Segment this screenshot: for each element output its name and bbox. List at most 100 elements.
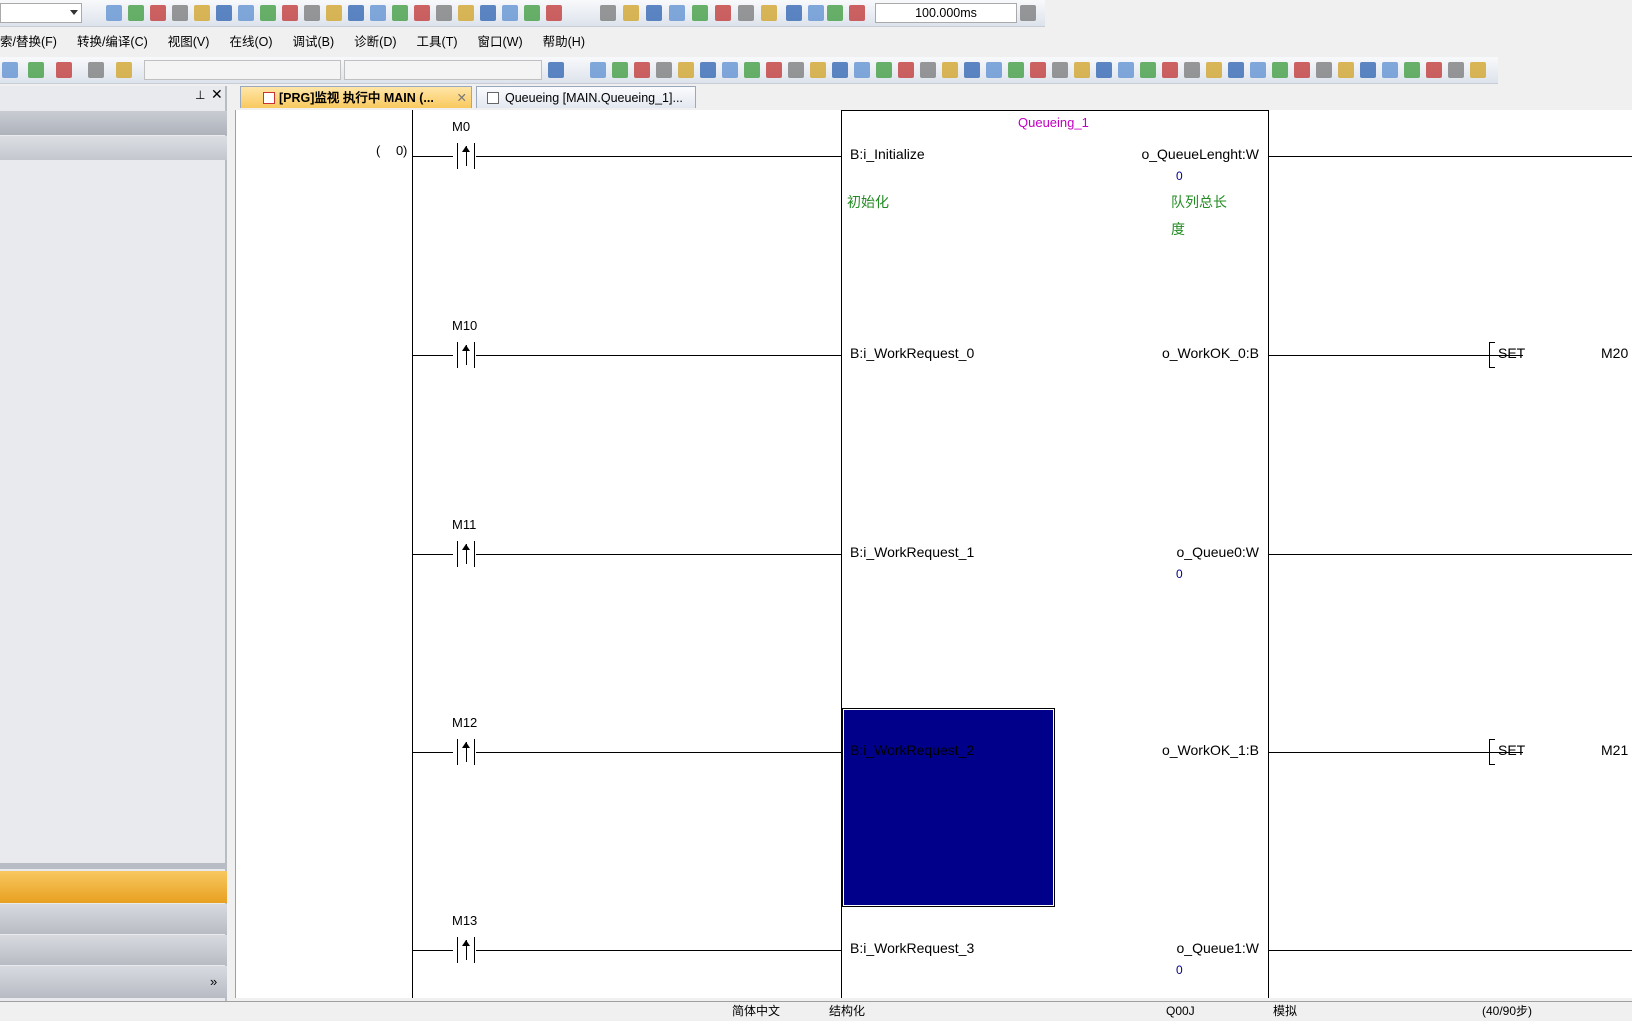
toolbar-button-icon[interactable] bbox=[600, 5, 616, 21]
toolbar-button-icon[interactable] bbox=[1316, 62, 1332, 78]
toolbar-button-icon[interactable] bbox=[1184, 62, 1200, 78]
device-select[interactable] bbox=[344, 60, 542, 80]
toolbar-button-icon[interactable] bbox=[1250, 62, 1266, 78]
toolbar-button-icon[interactable] bbox=[1294, 62, 1310, 78]
toolbar-button-icon[interactable] bbox=[2, 62, 18, 78]
toolbar-button-icon[interactable] bbox=[548, 62, 564, 78]
toolbar-button-icon[interactable] bbox=[88, 62, 104, 78]
toolbar-button-icon[interactable] bbox=[172, 5, 188, 21]
toolbar-button-icon[interactable] bbox=[1030, 62, 1046, 78]
menu-item[interactable]: 在线(O) bbox=[219, 32, 282, 52]
program-select[interactable] bbox=[144, 60, 341, 80]
toolbar-button-icon[interactable] bbox=[634, 62, 650, 78]
toolbar-button-icon[interactable] bbox=[1470, 62, 1486, 78]
toolbar-button-icon[interactable] bbox=[646, 5, 662, 21]
toolbar-button-icon[interactable] bbox=[656, 62, 672, 78]
toolbar-button-icon[interactable] bbox=[304, 5, 320, 21]
toolbar-button-icon[interactable] bbox=[832, 62, 848, 78]
toolbar-button-icon[interactable] bbox=[590, 62, 606, 78]
toolbar-button-icon[interactable] bbox=[715, 5, 731, 21]
toolbar-button-icon[interactable] bbox=[458, 5, 474, 21]
toolbar-button-icon[interactable] bbox=[808, 5, 824, 21]
toolbar-button-icon[interactable] bbox=[786, 5, 802, 21]
menu-item[interactable]: 视图(V) bbox=[158, 32, 220, 52]
toolbar-button-icon[interactable] bbox=[414, 5, 430, 21]
toolbar-button-icon[interactable] bbox=[623, 5, 639, 21]
rising-edge-contact[interactable] bbox=[457, 342, 475, 368]
toolbar-button-icon[interactable] bbox=[502, 5, 518, 21]
toolbar-button-icon[interactable] bbox=[1426, 62, 1442, 78]
toolbar-button-icon[interactable] bbox=[546, 5, 562, 21]
toolbar-button-icon[interactable] bbox=[238, 5, 254, 21]
close-tab-icon[interactable]: ✕ bbox=[457, 87, 467, 109]
toolbar-button-icon[interactable] bbox=[827, 5, 843, 21]
toolbar-button-icon[interactable] bbox=[524, 5, 540, 21]
toolbar-button-icon[interactable] bbox=[1140, 62, 1156, 78]
toolbar-button-icon[interactable] bbox=[612, 62, 628, 78]
toolbar-button-icon[interactable] bbox=[1272, 62, 1288, 78]
set-instruction-bracket[interactable] bbox=[1489, 342, 1495, 368]
rising-edge-contact[interactable] bbox=[457, 143, 475, 169]
toolbar-button-icon[interactable] bbox=[920, 62, 936, 78]
toolbar-button-icon[interactable] bbox=[849, 5, 865, 21]
rising-edge-contact[interactable] bbox=[457, 541, 475, 567]
set-instruction-bracket[interactable] bbox=[1489, 739, 1495, 765]
rising-edge-contact[interactable] bbox=[457, 937, 475, 963]
menu-item[interactable]: 索/替换(F) bbox=[0, 32, 67, 52]
toolbar-button-icon[interactable] bbox=[1052, 62, 1068, 78]
toolbar-button-icon[interactable] bbox=[326, 5, 342, 21]
rising-edge-contact[interactable] bbox=[457, 739, 475, 765]
toolbar-button-icon[interactable] bbox=[1404, 62, 1420, 78]
expand-icon[interactable]: » bbox=[210, 974, 217, 989]
toolbar-button-icon[interactable] bbox=[1020, 5, 1036, 21]
toolbar-button-icon[interactable] bbox=[128, 5, 144, 21]
toolbar-button-icon[interactable] bbox=[738, 5, 754, 21]
menu-item[interactable]: 诊断(D) bbox=[344, 32, 406, 52]
splitter-handle[interactable] bbox=[0, 863, 227, 869]
toolbar-button-icon[interactable] bbox=[810, 62, 826, 78]
toolbar-button-icon[interactable] bbox=[106, 5, 122, 21]
toolbar-button-icon[interactable] bbox=[766, 62, 782, 78]
toolbar-button-icon[interactable] bbox=[116, 62, 132, 78]
toolbar-button-icon[interactable] bbox=[1096, 62, 1112, 78]
toolbar-button-icon[interactable] bbox=[700, 62, 716, 78]
selection-cursor[interactable] bbox=[842, 708, 1055, 907]
toolbar-button-icon[interactable] bbox=[942, 62, 958, 78]
toolbar-button-icon[interactable] bbox=[1118, 62, 1134, 78]
toolbar-button-icon[interactable] bbox=[1008, 62, 1024, 78]
toolbar-button-icon[interactable] bbox=[1360, 62, 1376, 78]
toolbar-button-icon[interactable] bbox=[876, 62, 892, 78]
toolbar-button-icon[interactable] bbox=[436, 5, 452, 21]
toolbar-button-icon[interactable] bbox=[898, 62, 914, 78]
menu-item[interactable]: 帮助(H) bbox=[533, 32, 595, 52]
toolbar-button-icon[interactable] bbox=[282, 5, 298, 21]
toolbar-button-icon[interactable] bbox=[28, 62, 44, 78]
toolbar-button-icon[interactable] bbox=[216, 5, 232, 21]
toolbar-button-icon[interactable] bbox=[761, 5, 777, 21]
tab-main-monitor[interactable]: [PRG]监视 执行中 MAIN (... ✕ bbox=[240, 86, 472, 108]
toolbar-button-icon[interactable] bbox=[1382, 62, 1398, 78]
toolbar-button-icon[interactable] bbox=[678, 62, 694, 78]
menu-item[interactable]: 调试(B) bbox=[283, 32, 345, 52]
panel-tab[interactable] bbox=[0, 935, 227, 965]
tab-queueing[interactable]: Queueing [MAIN.Queueing_1]... bbox=[476, 86, 696, 108]
toolbar-button-icon[interactable] bbox=[722, 62, 738, 78]
toolbar-button-icon[interactable] bbox=[1206, 62, 1222, 78]
menu-item[interactable]: 转换/编译(C) bbox=[67, 32, 158, 52]
pin-icon[interactable]: ⊥ bbox=[195, 88, 205, 102]
panel-tab[interactable] bbox=[0, 966, 227, 998]
toolbar-button-icon[interactable] bbox=[392, 5, 408, 21]
toolbar-button-icon[interactable] bbox=[370, 5, 386, 21]
toolbar-button-icon[interactable] bbox=[1228, 62, 1244, 78]
toolbar-button-icon[interactable] bbox=[986, 62, 1002, 78]
toolbar-button-icon[interactable] bbox=[150, 5, 166, 21]
menu-item[interactable]: 工具(T) bbox=[407, 32, 468, 52]
toolbar-button-icon[interactable] bbox=[669, 5, 685, 21]
close-panel-icon[interactable]: ✕ bbox=[211, 86, 223, 103]
toolbar-button-icon[interactable] bbox=[56, 62, 72, 78]
toolbar-button-icon[interactable] bbox=[1448, 62, 1464, 78]
toolbar-button-icon[interactable] bbox=[1074, 62, 1090, 78]
toolbar-button-icon[interactable] bbox=[854, 62, 870, 78]
ladder-editor[interactable]: ( 0 ) Queueing_1 M0 B:i_Initialize o_Queue… bbox=[235, 110, 1632, 998]
toolbar-button-icon[interactable] bbox=[480, 5, 496, 21]
